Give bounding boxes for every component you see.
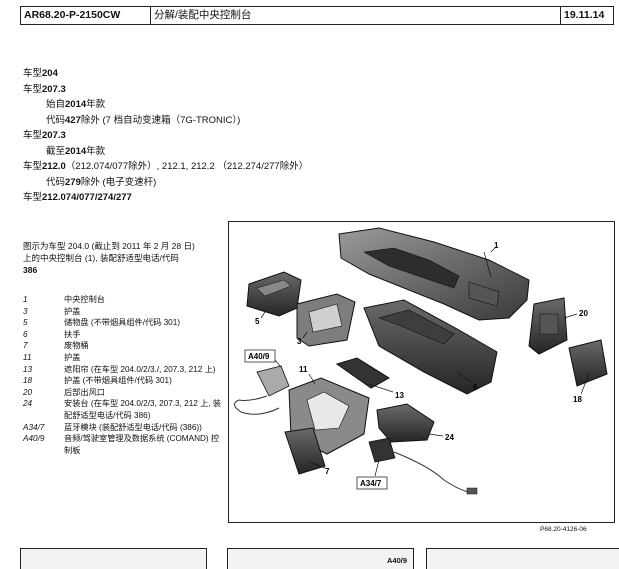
legend-item: 18 护盖 (不带烟具组件/代码 301) — [23, 376, 172, 386]
model-line: 车型207.3 — [23, 83, 66, 95]
model-line: 截至2014年款 — [46, 145, 106, 157]
callout-6: 6 — [473, 383, 478, 392]
legend-item: 3 护盖 — [23, 306, 81, 316]
document-title: 分解/装配中央控制台 — [151, 7, 561, 24]
model-line: 始自2014年款 — [46, 99, 106, 110]
callout-3: 3 — [297, 337, 302, 346]
legend-item: 6 扶手 — [23, 329, 81, 339]
legend-item: 24 安装台 (在车型 204.0/2/3, 207.3, 212 上, 装配舒适… — [23, 399, 221, 420]
sunblind-part — [335, 357, 390, 389]
model-line: 车型204 — [23, 68, 58, 79]
document-date: 19.11.14 — [564, 9, 605, 21]
callout-13: 13 — [395, 391, 404, 400]
comand-control-panel-part — [234, 365, 290, 415]
callout-24: 24 — [445, 433, 454, 442]
parts-legend: 1 中央控制台 3 护盖 5 储物盘 (不带烟具组件/代码 301) 6 扶手 7 废物桶… — [23, 294, 223, 456]
callout-a40-9: A40/9 — [248, 352, 270, 361]
model-applicability: 车型204 车型207.3 始自2014年款 代码427除外 (7 档自动变速箱… — [23, 66, 308, 206]
callout-18: 18 — [573, 395, 582, 404]
center-console-part — [338, 227, 530, 321]
legend-item: 7 废物桶 — [23, 341, 89, 351]
thumbnail-label: A40/9 — [386, 556, 407, 565]
legend-item: 20 后部出风口 — [23, 387, 105, 397]
rear-vent-part — [528, 297, 568, 355]
caption-line: 图示为车型 204.0 (截止到 2011 年 2 月 28 日) — [23, 241, 195, 251]
caption-line: 386 — [23, 265, 38, 275]
model-line: 代码427除外 (7 档自动变速箱（7G-TRONIC）) — [46, 114, 241, 126]
legend-item: 11 护盖 — [23, 352, 81, 362]
thumbnail-figure — [20, 548, 207, 569]
model-line: 代码279除外 (电子变速杆) — [46, 176, 157, 188]
callout-7: 7 — [325, 467, 330, 476]
figure-caption: 图示为车型 204.0 (截止到 2011 年 2 月 28 日) 上的中央控制… — [23, 240, 223, 276]
legend-item: 5 储物盘 (不带烟具组件/代码 301) — [23, 318, 181, 328]
exploded-view-figure: 1 5 3 20 6 A40/9 11 13 18 24 7 A34/7 — [228, 221, 615, 523]
mount-part — [376, 403, 435, 443]
document-code: AR68.20-P-2150CW — [21, 7, 151, 24]
caption-line: 上的中央控制台 (1), 装配舒适型电话/代码 — [23, 253, 179, 263]
callout-a34-7: A34/7 — [360, 479, 382, 488]
legend-item: A40/9 音频/驾驶室管理及数据系统 (COMAND) 控制板 — [23, 434, 220, 455]
storage-tray-part — [246, 271, 302, 317]
document-header: AR68.20-P-2150CW 分解/装配中央控制台 19.11.14 — [20, 6, 614, 25]
cover-part-18 — [568, 339, 608, 387]
model-line: 车型207.3 — [23, 130, 66, 141]
model-line: 车型212.0（212.074/077除外）, 212.1, 212.2 （21… — [23, 161, 309, 172]
figure-reference: P68.20-4126-06 — [540, 526, 587, 533]
callout-1: 1 — [494, 241, 499, 250]
model-line: 车型212.074/077/274/277 — [23, 192, 132, 203]
legend-item: A34/7 蓝牙模块 (装配舒适型电话/代码 (386)) — [23, 422, 202, 432]
exploded-view-drawing: 1 5 3 20 6 A40/9 11 13 18 24 7 A34/7 — [234, 227, 608, 495]
cover-part-3 — [296, 293, 356, 347]
callout-5: 5 — [255, 317, 260, 326]
thumbnail-figure — [426, 548, 619, 569]
next-figures-strip: A40/9 — [20, 548, 619, 569]
thumbnail-figure: A40/9 — [227, 548, 414, 569]
callout-11: 11 — [299, 365, 308, 374]
callout-20: 20 — [579, 309, 588, 318]
legend-item: 1 中央控制台 — [23, 295, 105, 304]
legend-item: 13 遮阳帘 (在车型 204.0/2/3./, 207.3, 212 上) — [23, 364, 216, 374]
